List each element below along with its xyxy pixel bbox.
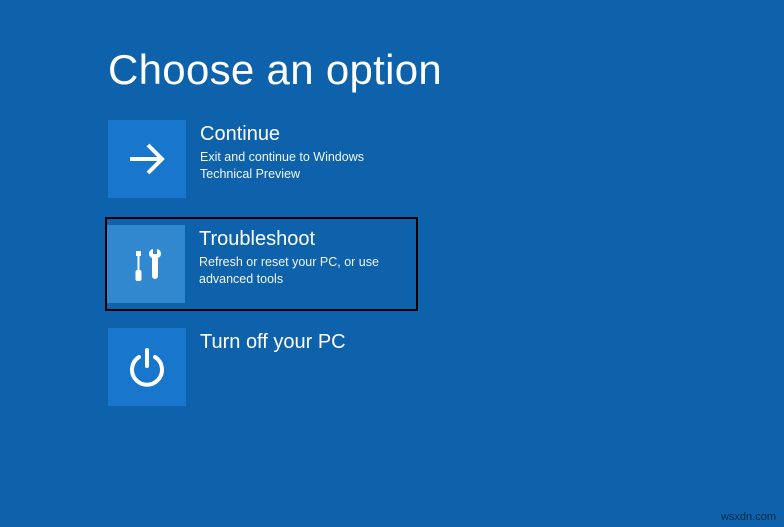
option-troubleshoot-desc: Refresh or reset your PC, or use advance…: [199, 254, 409, 288]
option-troubleshoot-text: Troubleshoot Refresh or reset your PC, o…: [199, 225, 409, 288]
options-list: Continue Exit and continue to Windows Te…: [108, 120, 418, 425]
option-turnoff-title: Turn off your PC: [200, 330, 346, 354]
tools-icon: [123, 241, 169, 287]
power-icon: [124, 344, 170, 390]
option-troubleshoot[interactable]: Troubleshoot Refresh or reset your PC, o…: [105, 217, 418, 311]
option-continue-title: Continue: [200, 122, 410, 146]
option-continue-desc: Exit and continue to Windows Technical P…: [200, 149, 410, 183]
continue-tile: [108, 120, 186, 198]
turnoff-tile: [108, 328, 186, 406]
option-troubleshoot-title: Troubleshoot: [199, 227, 409, 251]
option-continue-text: Continue Exit and continue to Windows Te…: [200, 120, 410, 183]
watermark: wsxdn.com: [721, 511, 776, 523]
page-title: Choose an option: [108, 46, 442, 94]
arrow-right-icon: [124, 136, 170, 182]
option-continue[interactable]: Continue Exit and continue to Windows Te…: [108, 120, 418, 198]
option-turnoff-text: Turn off your PC: [200, 328, 346, 357]
option-turnoff[interactable]: Turn off your PC: [108, 328, 418, 406]
troubleshoot-tile: [107, 225, 185, 303]
